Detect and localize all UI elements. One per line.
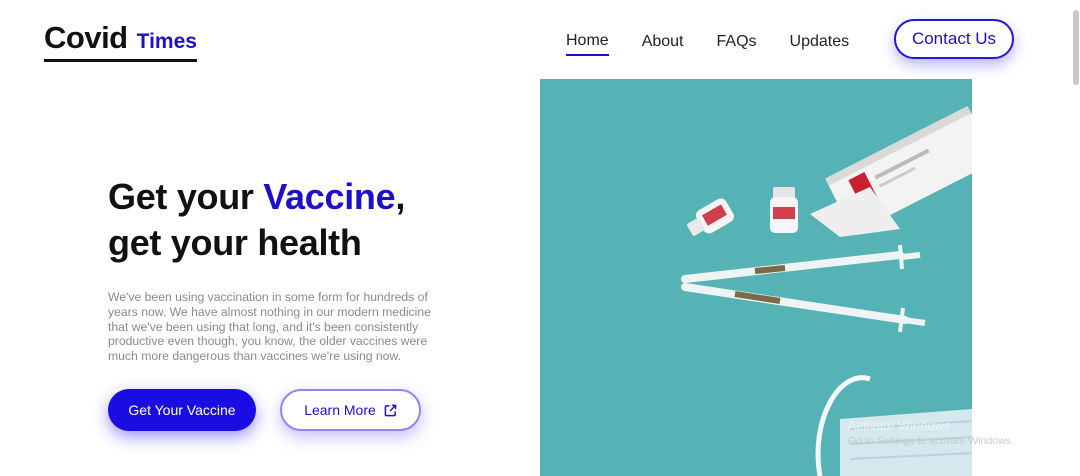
nav-link-home[interactable]: Home	[566, 31, 609, 56]
learn-more-button[interactable]: Learn More	[280, 389, 421, 431]
site-logo[interactable]: Covid Times	[44, 20, 197, 62]
hero-title-part2: ,	[395, 176, 406, 217]
syringe-upper	[681, 244, 921, 283]
contact-us-button[interactable]: Contact Us	[894, 19, 1014, 59]
main-nav: Home About FAQs Updates	[566, 31, 882, 56]
hero-title-accent: Vaccine	[263, 176, 396, 217]
get-vaccine-button[interactable]: Get Your Vaccine	[108, 389, 256, 431]
watermark-line2: Go to Settings to activate Windows.	[848, 435, 1014, 447]
hero-title: Get your Vaccine, get your health	[108, 174, 405, 266]
get-vaccine-button-label: Get Your Vaccine	[128, 402, 236, 418]
hero-image-vaccine	[540, 79, 972, 476]
syringe-lower	[681, 283, 926, 333]
watermark-line1: Activate Windows	[848, 418, 951, 433]
hero-description: We've been using vaccination in some for…	[108, 290, 431, 364]
vial-standing	[770, 187, 798, 233]
windows-activation-watermark: Activate Windows Go to Settings to activ…	[848, 418, 1014, 448]
vial-tipped	[687, 198, 734, 236]
learn-more-button-label: Learn More	[304, 402, 376, 418]
external-link-icon	[384, 404, 397, 416]
nav-link-updates[interactable]: Updates	[790, 32, 850, 55]
nav-link-faqs[interactable]: FAQs	[717, 32, 757, 55]
logo-text-main: Covid	[44, 20, 128, 55]
page-scrollbar[interactable]	[1073, 10, 1079, 85]
hero-title-part1: Get your	[108, 176, 264, 217]
logo-text-accent: Times	[136, 30, 197, 53]
nav-link-about[interactable]: About	[642, 32, 684, 55]
hero-title-line2: get your health	[108, 222, 362, 263]
